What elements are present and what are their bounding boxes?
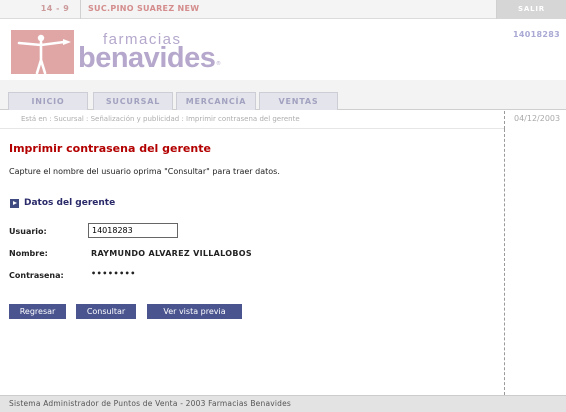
page-title: Imprimir contrasena del gerente [9,142,211,155]
tab-strip: INICIO SUCURSAL MERCANCÍA VENTAS [0,80,566,110]
logo-text-benavides: benavides [78,42,216,74]
back-button[interactable]: Regresar [9,304,66,319]
instructions-text: Capture el nombre del usuario oprima "Co… [9,167,280,176]
query-button[interactable]: Consultar [76,304,136,319]
usuario-label: Usuario: [9,227,47,236]
breadcrumb-text: Está en : Sucursal : Señalización y publ… [21,115,300,123]
contrasena-label: Contrasena: [9,271,64,280]
date-box: 04/12/2003 [504,111,566,129]
nombre-label: Nombre: [9,249,48,258]
store-name: SUC.PINO SUAREZ NEW [88,4,200,13]
user-code: 14018283 [513,30,560,39]
nombre-value: RAYMUNDO ALVAREZ VILLALOBOS [91,249,252,258]
store-code: 14 - 9 [40,4,70,13]
main-content: Imprimir contrasena del gerente Capture … [0,129,504,395]
footer-text: Sistema Administrador de Puntos de Venta… [9,399,292,408]
contrasena-value: •••••••• [91,269,136,278]
logo-registered-mark: ® [216,61,221,67]
exit-button[interactable]: SALIR [497,0,566,19]
top-bar: 14 - 9 SUC.PINO SUAREZ NEW SALIR [0,0,566,19]
tab-inicio[interactable]: INICIO [8,92,88,110]
right-column [504,129,566,395]
current-date: 04/12/2003 [514,114,561,123]
usuario-input[interactable] [88,223,178,238]
print-preview-button[interactable]: Ver vista previa [147,304,242,319]
footer: Sistema Administrador de Puntos de Venta… [0,395,566,412]
section-title: Datos del gerente [24,198,116,208]
breadcrumb: Está en : Sucursal : Señalización y publ… [0,111,504,129]
logo-figure-icon [11,30,74,75]
arrow-right-icon [10,199,19,208]
divider [80,0,81,19]
tab-ventas[interactable]: VENTAS [259,92,338,110]
logo: farmacias benavides ® [11,30,221,75]
tab-sucursal[interactable]: SUCURSAL [93,92,173,110]
tab-mercancia[interactable]: MERCANCÍA [176,92,256,110]
